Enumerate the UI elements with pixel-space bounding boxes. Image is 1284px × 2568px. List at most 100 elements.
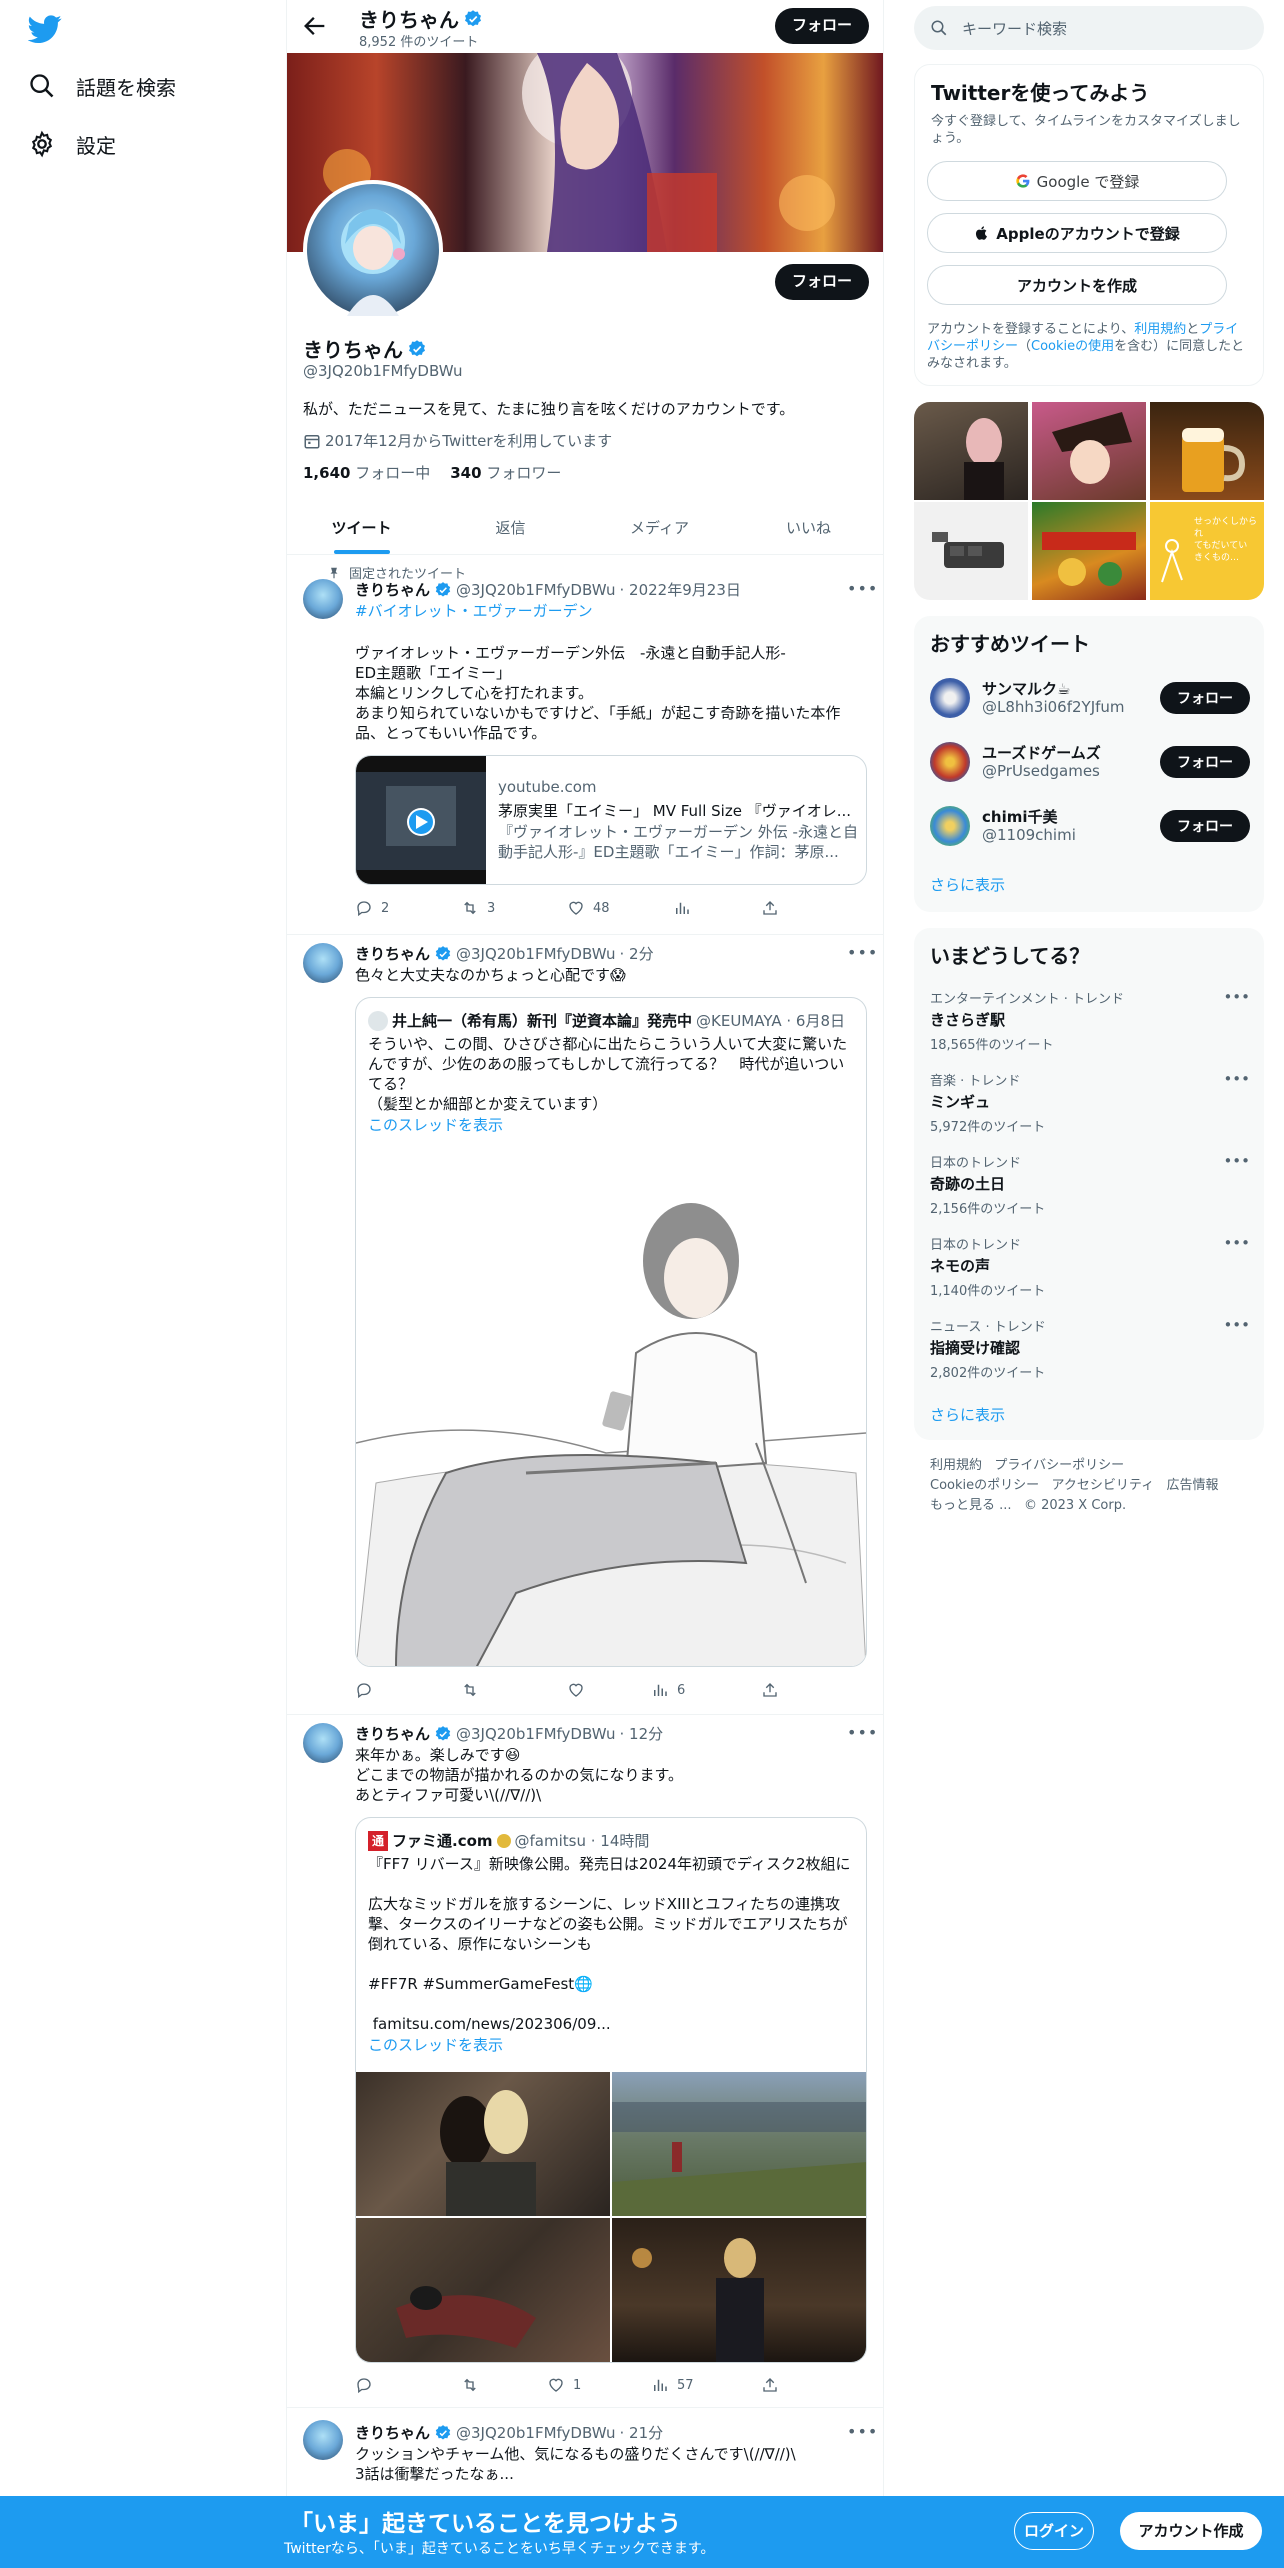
footer-privacy[interactable]: プライバシーポリシー (994, 1458, 1124, 1473)
quote-tweet[interactable]: 井上純一（希有馬）新刊『逆資本論』発売中 @KEUMAYA · 6月8日 そうい… (355, 997, 867, 1667)
share-button[interactable] (761, 1681, 779, 1699)
more-options-icon[interactable]: ••• (1223, 988, 1250, 1006)
media-image-1[interactable] (356, 2072, 610, 2216)
retweet-button[interactable]: 3 (461, 899, 495, 917)
login-button[interactable]: ログイン (1014, 2512, 1094, 2550)
reply-button[interactable] (355, 2376, 381, 2394)
recommended-user[interactable]: chimi千美 @1109chimi フォロー (930, 802, 1250, 850)
media-thumbnail[interactable]: せっかくしかられ てもだいてい きくもの… (1150, 502, 1264, 600)
like-button[interactable]: 48 (567, 899, 610, 917)
follow-button[interactable]: フォロー (1160, 810, 1250, 842)
apple-signup-button[interactable]: Appleのアカウントで登録 (927, 213, 1227, 253)
more-options-icon[interactable]: ••• (1223, 1234, 1250, 1252)
tweet[interactable]: きりちゃん @3JQ20b1FMfyDBWu · 2分 ••• 色々と大丈夫なの… (287, 935, 883, 1715)
recommended-user[interactable]: ユーズドゲームズ @PrUsedgames フォロー (930, 738, 1250, 786)
google-signup-button[interactable]: Google で登録 (927, 161, 1227, 201)
link-card-description: 『ヴァイオレット・エヴァーガーデン 外伝 -永遠と自動手記人形-』ED主題歌「エ… (498, 823, 858, 861)
tab-likes[interactable]: いいね (734, 502, 883, 554)
tweet-pinned[interactable]: 固定されたツイート きりちゃん @3JQ20b1FMfyDBWu · 2022年… (287, 555, 883, 935)
profile-avatar[interactable] (303, 180, 443, 320)
footer-cookie[interactable]: Cookieのポリシー (930, 1478, 1039, 1493)
profile-header-bar: きりちゃん 8,952 件のツイート フォロー (287, 0, 883, 53)
trend-item[interactable]: ニュース · トレンド 指摘受け確認 2,802件のツイート ••• (930, 1316, 1250, 1381)
media-thumbnail[interactable] (1032, 502, 1146, 600)
more-options-icon[interactable]: ••• (847, 579, 878, 598)
game-box-image (1042, 532, 1136, 586)
signup-title: Twitterを使ってみよう (931, 81, 1150, 105)
cookie-link[interactable]: Cookieの使用 (1031, 339, 1114, 354)
follow-button[interactable]: フォロー (1160, 746, 1250, 778)
show-thread-link[interactable]: このスレッドを表示 (368, 2034, 503, 2055)
tweet-hashtag[interactable]: #バイオレット・エヴァーガーデン (355, 601, 865, 621)
more-options-icon[interactable]: ••• (1223, 1152, 1250, 1170)
login-prompt-bar: 「いま」起きていることを見つけよう Twitterなら、「いま」起きていることを… (0, 2496, 1284, 2568)
tab-media[interactable]: メディア (585, 502, 734, 554)
retweet-button[interactable] (461, 2376, 487, 2394)
link-card[interactable]: youtube.com 茅原実里「エイミー」 MV Full Size 『ヴァイ… (355, 755, 867, 885)
like-button[interactable]: 1 (547, 2376, 581, 2394)
tab-tweets[interactable]: ツイート (287, 502, 436, 554)
reply-button[interactable]: 2 (355, 899, 389, 917)
retweet-button[interactable] (461, 1681, 487, 1699)
following-link[interactable]: 1,640 フォロー中 (303, 462, 430, 483)
more-options-icon[interactable]: ••• (847, 943, 878, 962)
signup-subtitle: 今すぐ登録して、タイムラインをカスタマイズしましょう。 (931, 114, 1241, 146)
show-more-link[interactable]: さらに表示 (930, 874, 1005, 895)
tweet[interactable]: きりちゃん @3JQ20b1FMfyDBWu · 12分 ••• 来年かぁ。楽し… (287, 1715, 883, 2408)
verified-badge-icon (435, 2424, 451, 2440)
reply-icon (357, 901, 371, 917)
views-chart-icon (676, 902, 689, 914)
avatar[interactable] (303, 943, 343, 983)
media-image-3[interactable] (356, 2218, 610, 2362)
reply-button[interactable] (355, 1681, 381, 1699)
trend-item[interactable]: 日本のトレンド 奇跡の土日 2,156件のツイート ••• (930, 1152, 1250, 1217)
nav-explore[interactable]: 話題を検索 (28, 66, 176, 106)
quote-tweet[interactable]: 通 ファミ通.com @famitsu · 14時間 『FF7 リバース』新映像… (355, 1817, 867, 2363)
search-box[interactable]: キーワード検索 (914, 6, 1264, 50)
footer-accessibility[interactable]: アクセシビリティ (1052, 1478, 1155, 1493)
media-thumbnail[interactable] (914, 502, 1028, 600)
views-button[interactable]: 6 (651, 1681, 685, 1699)
media-thumbnail[interactable] (914, 402, 1028, 500)
show-thread-link[interactable]: このスレッドを表示 (368, 1114, 503, 1135)
create-account-button[interactable]: アカウントを作成 (927, 265, 1227, 305)
media-thumbnail[interactable] (1032, 402, 1146, 500)
trend-item[interactable]: 音楽 · トレンド ミンギュ 5,972件のツイート ••• (930, 1070, 1250, 1135)
footer-terms[interactable]: 利用規約 (930, 1458, 982, 1473)
twitter-bird-icon[interactable] (28, 12, 62, 46)
footer-more[interactable]: もっと見る ... (930, 1498, 1012, 1513)
share-button[interactable] (761, 2376, 779, 2394)
nav-settings[interactable]: 設定 (28, 124, 116, 164)
profile-follow-button[interactable]: フォロー (775, 264, 869, 300)
media-image-2[interactable] (612, 2072, 866, 2216)
media-thumbnail[interactable] (1150, 402, 1264, 500)
share-button[interactable] (761, 899, 779, 917)
more-options-icon[interactable]: ••• (847, 1723, 878, 1742)
more-options-icon[interactable]: ••• (847, 2422, 878, 2441)
more-options-icon[interactable]: ••• (1223, 1316, 1250, 1334)
back-arrow-icon[interactable] (301, 12, 329, 40)
followers-link[interactable]: 340 フォロワー (450, 462, 561, 483)
follow-button[interactable]: フォロー (1160, 682, 1250, 714)
avatar[interactable] (303, 2420, 343, 2460)
recommended-user[interactable]: サンマルク☕ @L8hh3i06f2YJfum フォロー (930, 674, 1250, 722)
show-more-link[interactable]: さらに表示 (930, 1404, 1005, 1425)
trend-item[interactable]: 日本のトレンド ネモの声 1,140件のツイート ••• (930, 1234, 1250, 1299)
avatar[interactable] (303, 579, 343, 619)
avatar[interactable] (303, 1723, 343, 1763)
pin-icon (330, 567, 338, 578)
views-button[interactable]: 57 (651, 2376, 694, 2394)
views-button[interactable] (673, 899, 699, 917)
trend-item[interactable]: エンターテインメント · トレンド きさらぎ駅 18,565件のツイート ••• (930, 988, 1250, 1053)
quote-image[interactable] (356, 1143, 866, 1666)
more-options-icon[interactable]: ••• (1223, 1070, 1250, 1088)
media-image-4[interactable] (612, 2218, 866, 2362)
footer-ads[interactable]: 広告情報 (1167, 1478, 1219, 1493)
signup-button[interactable]: アカウント作成 (1120, 2512, 1262, 2550)
views-chart-icon (654, 1684, 667, 1696)
terms-link[interactable]: 利用規約 (1134, 322, 1186, 337)
profile-bio: 私が、ただニュースを見て、たまに独り言を呟くだけのアカウントです。 (303, 400, 795, 418)
tab-replies[interactable]: 返信 (436, 502, 585, 554)
header-follow-button[interactable]: フォロー (775, 8, 869, 44)
like-button[interactable] (567, 1681, 593, 1699)
